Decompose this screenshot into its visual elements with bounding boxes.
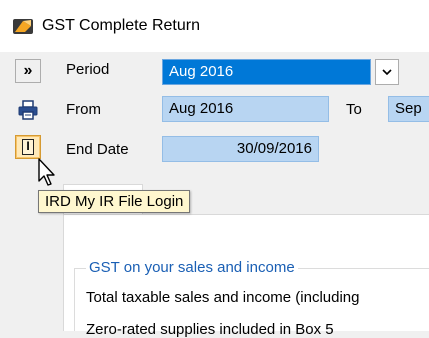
expand-button[interactable]: »: [15, 59, 41, 83]
ird-login-icon: I: [22, 139, 34, 155]
ird-login-button[interactable]: I: [15, 135, 41, 159]
period-select[interactable]: Aug 2016: [162, 59, 371, 85]
zero-rated-label: Zero-rated supplies included in Box 5: [86, 321, 334, 338]
to-label: To: [346, 101, 362, 118]
to-field[interactable]: Sep: [388, 96, 429, 122]
total-sales-label: Total taxable sales and income (includin…: [86, 289, 360, 306]
printer-icon: [18, 100, 38, 120]
end-date-field[interactable]: 30/09/2016: [162, 136, 319, 162]
double-chevron-right-icon: »: [23, 62, 33, 79]
print-button[interactable]: [15, 98, 41, 122]
chevron-down-icon: [382, 69, 392, 76]
gst-sales-group-title: GST on your sales and income: [86, 259, 298, 276]
period-label: Period: [66, 61, 110, 78]
window-title: GST Complete Return: [42, 17, 200, 34]
from-field[interactable]: Aug 2016: [162, 96, 329, 122]
groupbox-border-left: [74, 268, 75, 331]
ird-login-tooltip: IRD My IR File Login: [38, 190, 191, 213]
period-dropdown-button[interactable]: [375, 59, 399, 85]
end-date-label: End Date: [66, 141, 129, 158]
gst-app-icon: [13, 18, 33, 35]
from-label: From: [66, 101, 101, 118]
mouse-cursor-icon: [37, 157, 59, 189]
